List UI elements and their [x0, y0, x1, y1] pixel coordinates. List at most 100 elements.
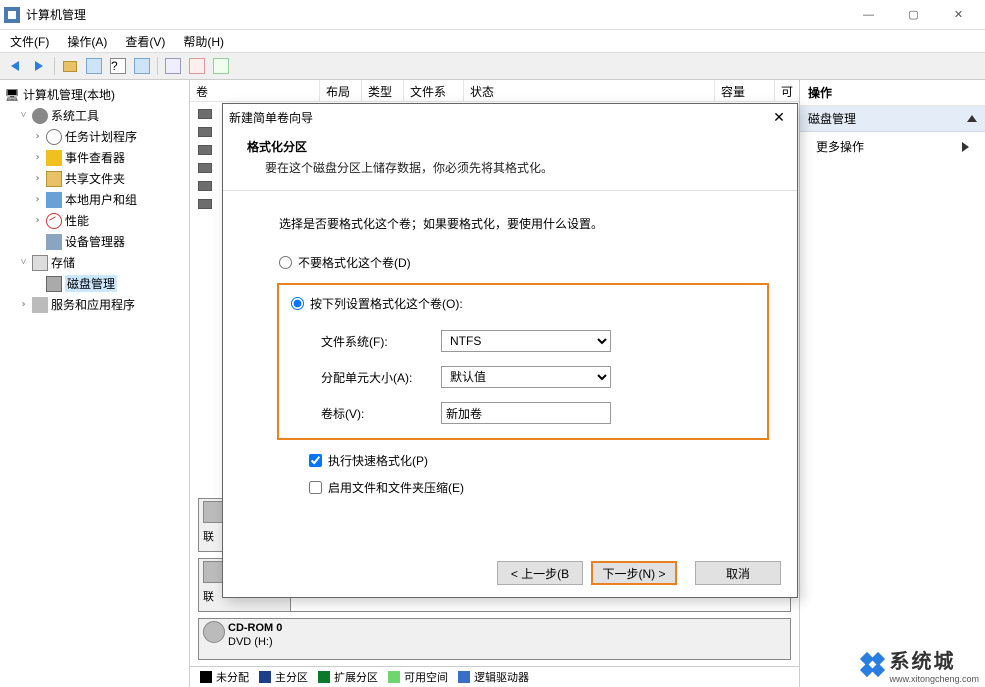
tree-performance[interactable]: › 性能 — [2, 210, 187, 231]
tree-system-tools[interactable]: ˅系统工具 — [2, 105, 187, 126]
tool-button-4[interactable] — [131, 55, 153, 77]
swatch-icon — [458, 671, 470, 683]
tools-icon — [32, 108, 48, 124]
volume-icon — [198, 181, 212, 191]
radio-format-input[interactable] — [291, 297, 304, 310]
col-fs[interactable]: 文件系统 — [404, 80, 464, 101]
tree-event-viewer[interactable]: › 事件查看器 — [2, 147, 187, 168]
radio-no-format[interactable]: 不要格式化这个卷(D) — [279, 254, 767, 271]
expand-icon[interactable]: › — [32, 152, 43, 163]
tree-label: 存储 — [51, 254, 75, 271]
menu-action[interactable]: 操作(A) — [61, 31, 113, 52]
col-capacity[interactable]: 容量 — [715, 80, 775, 101]
arrow-right-icon — [35, 61, 43, 71]
tree-shared-folders[interactable]: ›共享文件夹 — [2, 168, 187, 189]
tree-storage[interactable]: ˅ 存储 — [2, 252, 187, 273]
col-layout[interactable]: 布局 — [320, 80, 362, 101]
quick-format-checkbox[interactable] — [309, 454, 322, 467]
filesystem-select[interactable]: NTFS — [441, 330, 611, 352]
back-button[interactable]: < 上一步(B — [497, 561, 583, 585]
expand-icon[interactable]: › — [32, 131, 43, 142]
volume-label-label: 卷标(V): — [291, 405, 441, 422]
cdrom-row[interactable]: CD-ROM 0 DVD (H:) — [198, 618, 791, 660]
view-icon — [165, 58, 181, 74]
quick-format-row[interactable]: 执行快速格式化(P) — [279, 452, 767, 469]
tree-task-scheduler[interactable]: ›任务计划程序 — [2, 126, 187, 147]
compression-checkbox[interactable] — [309, 481, 322, 494]
filesystem-label: 文件系统(F): — [291, 333, 441, 350]
menu-help[interactable]: 帮助(H) — [177, 31, 230, 52]
tree-device-manager[interactable]: 设备管理器 — [2, 231, 187, 252]
nav-back-button[interactable] — [4, 55, 26, 77]
volume-label-input[interactable] — [441, 402, 611, 424]
checkbox-label: 执行快速格式化(P) — [328, 452, 428, 469]
tree-services[interactable]: › 服务和应用程序 — [2, 294, 187, 315]
checkbox-label: 启用文件和文件夹压缩(E) — [328, 479, 464, 496]
new-volume-wizard-dialog: 新建简单卷向导 ✕ 格式化分区 要在这个磁盘分区上储存数据，你必须先将其格式化。… — [222, 103, 798, 598]
tree-label: 本地用户和组 — [65, 191, 137, 208]
tree-label: 性能 — [65, 212, 89, 229]
cdrom-name: CD-ROM 0 — [203, 621, 786, 635]
radio-label: 不要格式化这个卷(D) — [298, 254, 411, 271]
expand-icon[interactable]: › — [32, 215, 43, 226]
wizard-titlebar: 新建简单卷向导 ✕ — [223, 104, 797, 130]
wizard-lead-text: 选择是否要格式化这个卷；如果要格式化，要使用什么设置。 — [279, 215, 767, 232]
wizard-header: 格式化分区 要在这个磁盘分区上储存数据，你必须先将其格式化。 — [223, 130, 797, 191]
expand-icon[interactable]: › — [32, 173, 43, 184]
collapse-icon — [967, 115, 977, 122]
menu-view[interactable]: 查看(V) — [119, 31, 171, 52]
col-available[interactable]: 可 — [775, 80, 799, 101]
expand-icon[interactable]: › — [18, 299, 29, 310]
tree-local-users[interactable]: › 本地用户和组 — [2, 189, 187, 210]
expand-icon[interactable]: › — [32, 194, 43, 205]
tool-button-7[interactable] — [210, 55, 232, 77]
tree-label: 事件查看器 — [65, 149, 125, 166]
col-type[interactable]: 类型 — [362, 80, 404, 101]
tool-button-6[interactable] — [186, 55, 208, 77]
col-status[interactable]: 状态 — [464, 80, 715, 101]
list-header: 卷 布局 类型 文件系统 状态 容量 可 — [190, 80, 799, 102]
next-button[interactable]: 下一步(N) > — [591, 561, 677, 585]
watermark-brand: 系统城 — [889, 645, 979, 674]
separator — [157, 57, 158, 75]
menu-file[interactable]: 文件(F) — [4, 31, 55, 52]
tool-button-3[interactable]: ? — [107, 55, 129, 77]
col-volume[interactable]: 卷 — [190, 80, 320, 101]
radio-no-format-input[interactable] — [279, 256, 292, 269]
wizard-body: 选择是否要格式化这个卷；如果要格式化，要使用什么设置。 不要格式化这个卷(D) … — [223, 191, 797, 516]
tool-button-1[interactable] — [59, 55, 81, 77]
swatch-icon — [259, 671, 271, 683]
tree-root[interactable]: 🖥计算机管理(本地) — [2, 84, 187, 105]
close-button[interactable]: ✕ — [936, 1, 981, 29]
folder-icon — [46, 171, 62, 187]
services-icon — [32, 297, 48, 313]
format-settings-highlight: 按下列设置格式化这个卷(O): 文件系统(F): NTFS 分配单元大小(A):… — [277, 283, 769, 440]
cancel-button[interactable]: 取消 — [695, 561, 781, 585]
performance-icon — [46, 213, 62, 229]
allocation-row: 分配单元大小(A): 默认值 — [291, 366, 755, 388]
tool-button-5[interactable] — [162, 55, 184, 77]
separator — [54, 57, 55, 75]
tool-button-2[interactable] — [83, 55, 105, 77]
radio-label: 按下列设置格式化这个卷(O): — [310, 295, 463, 312]
nav-forward-button[interactable] — [28, 55, 50, 77]
compression-row[interactable]: 启用文件和文件夹压缩(E) — [279, 479, 767, 496]
clock-icon — [46, 129, 62, 145]
radio-format[interactable]: 按下列设置格式化这个卷(O): — [291, 295, 755, 312]
filesystem-row: 文件系统(F): NTFS — [291, 330, 755, 352]
expand-icon[interactable]: ˅ — [18, 257, 29, 268]
allocation-select[interactable]: 默认值 — [441, 366, 611, 388]
wizard-close-button[interactable]: ✕ — [767, 109, 791, 126]
expand-icon[interactable]: ˅ — [18, 110, 29, 121]
action-more[interactable]: 更多操作 — [800, 132, 985, 161]
action-group-label: 磁盘管理 — [808, 110, 856, 127]
tree-disk-management[interactable]: 磁盘管理 — [2, 273, 187, 294]
swatch-icon — [200, 671, 212, 683]
device-icon — [46, 234, 62, 250]
action-group-disk-mgmt[interactable]: 磁盘管理 — [800, 106, 985, 132]
tree-label: 服务和应用程序 — [51, 296, 135, 313]
swatch-icon — [388, 671, 400, 683]
maximize-button[interactable]: ▢ — [891, 1, 936, 29]
watermark-logo-icon — [861, 654, 883, 676]
minimize-button[interactable]: — — [846, 1, 891, 29]
